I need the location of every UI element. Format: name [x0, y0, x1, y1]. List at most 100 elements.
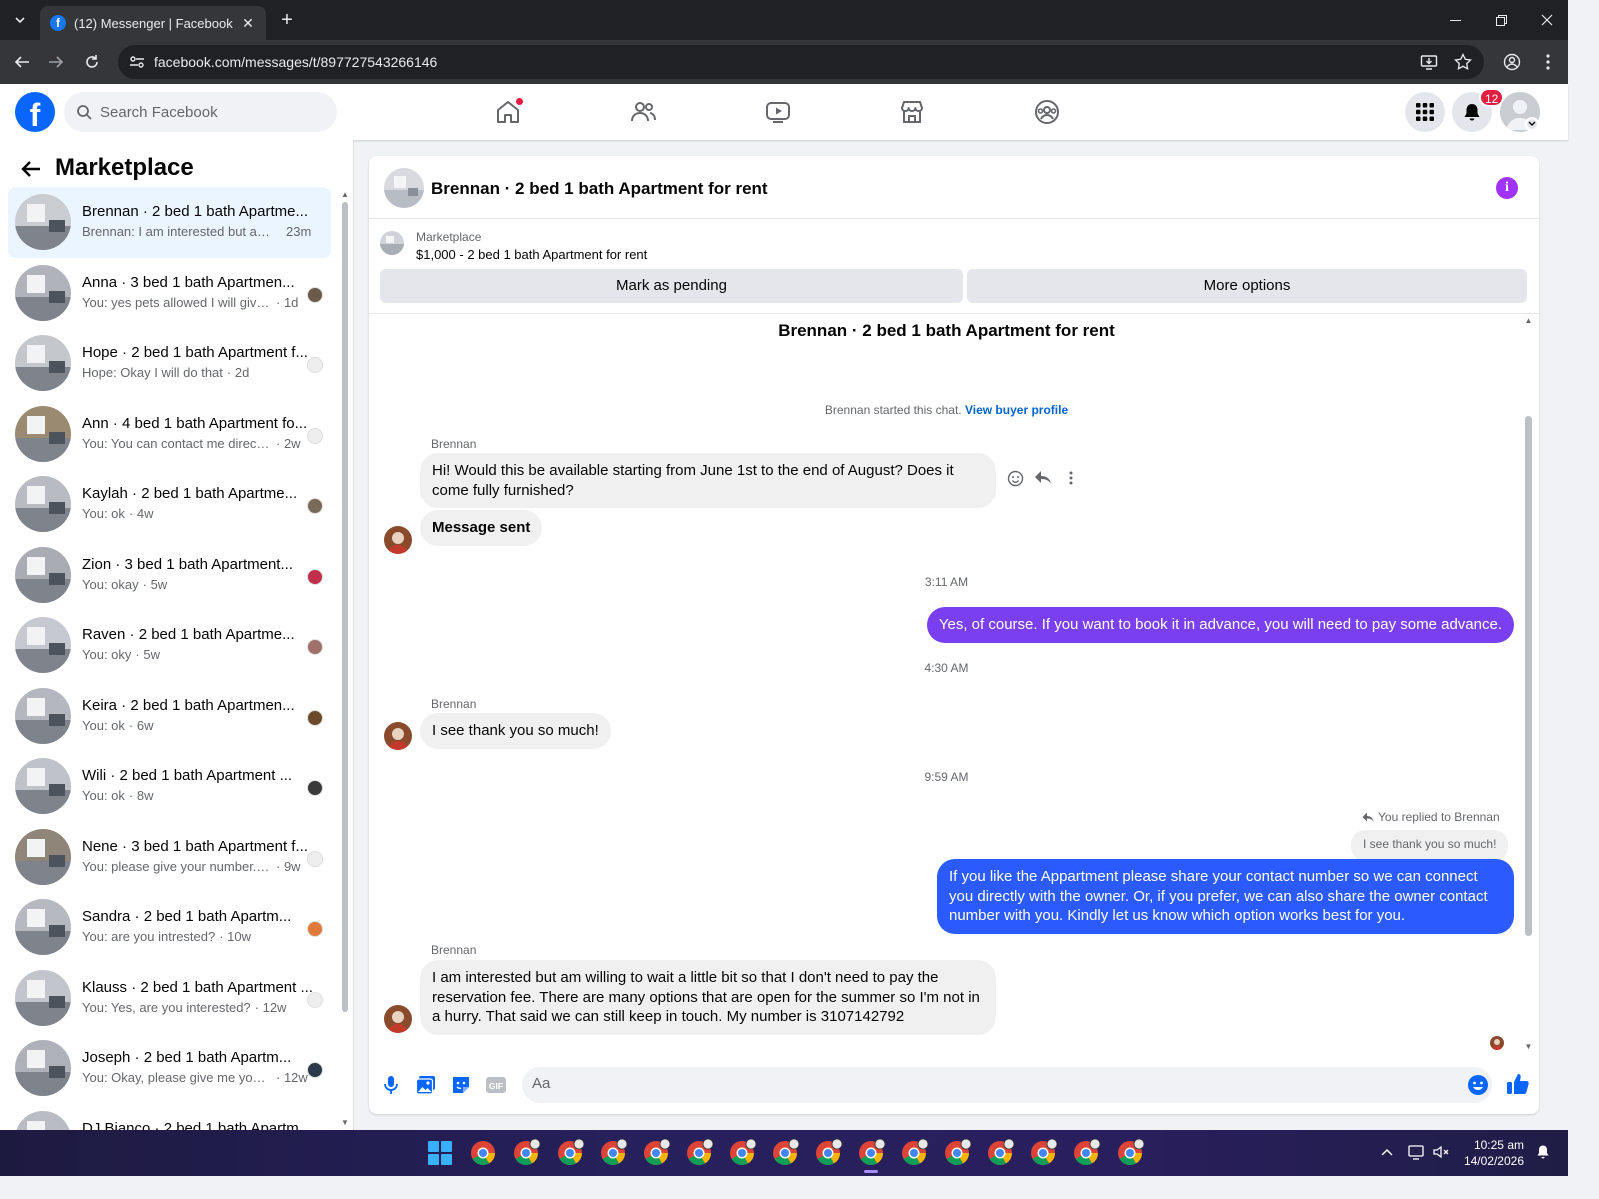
message-input[interactable] [532, 1075, 1432, 1092]
conversation-item[interactable]: Sandra · 2 bed 1 bath Apartm... You: are … [8, 892, 331, 963]
marketplace-icon[interactable] [898, 98, 926, 126]
gif-icon[interactable]: GIF [485, 1074, 507, 1096]
chrome-profile-icon[interactable] [598, 1138, 628, 1168]
chrome-icon[interactable] [468, 1138, 498, 1168]
taskbar-clock[interactable]: 10:25 am 14/02/2026 [1462, 1137, 1524, 1169]
video-icon[interactable] [764, 98, 792, 126]
chrome-profile-icon[interactable] [985, 1138, 1015, 1168]
outgoing-message[interactable]: If you like the Appartment please share … [937, 859, 1514, 934]
browser-profile-icon[interactable] [1500, 50, 1524, 74]
chrome-profile-icon[interactable] [856, 1138, 886, 1168]
chat-title[interactable]: Brennan · 2 bed 1 bath Apartment for ren… [431, 179, 768, 199]
restore-icon[interactable] [1478, 0, 1524, 40]
chrome-profile-icon[interactable] [813, 1138, 843, 1168]
listing-description[interactable]: $1,000 - 2 bed 1 bath Apartment for rent [416, 247, 647, 262]
browser-menu-icon[interactable] [1536, 50, 1560, 74]
sticker-icon[interactable] [450, 1074, 472, 1096]
friends-icon[interactable] [629, 98, 657, 126]
sidebar-scrollbar[interactable]: ▲ ▼ [341, 190, 349, 1127]
chrome-profile-icon[interactable] [641, 1138, 671, 1168]
site-info-icon[interactable] [128, 53, 146, 71]
scrollbar-thumb[interactable] [342, 202, 348, 1012]
conversation-item[interactable]: Anna · 3 bed 1 bath Apartmen... You: yes … [8, 258, 331, 329]
address-bar[interactable]: facebook.com/messages/t/897727543266146 [118, 45, 1484, 79]
chrome-profile-icon[interactable] [899, 1138, 929, 1168]
sender-avatar[interactable] [384, 722, 412, 750]
forward-arrow-icon[interactable] [44, 50, 68, 74]
reload-icon[interactable] [80, 50, 104, 74]
tray-chevron-up-icon[interactable] [1378, 1143, 1396, 1161]
listing-thumbnail [15, 1040, 71, 1096]
conversation-item[interactable]: Klauss · 2 bed 1 bath Apartment ... You: … [8, 963, 331, 1034]
scroll-down-arrow-icon[interactable]: ▼ [341, 1118, 349, 1127]
chrome-profile-icon[interactable] [555, 1138, 585, 1168]
bookmark-star-icon[interactable] [1454, 53, 1472, 71]
quoted-message[interactable]: I see thank you so much! [1351, 830, 1509, 861]
conversation-item[interactable]: Joseph · 2 bed 1 bath Apartm... You: Okay… [8, 1033, 331, 1104]
chrome-profile-icon[interactable] [1071, 1138, 1101, 1168]
reply-icon[interactable] [1034, 469, 1052, 487]
photo-icon[interactable] [415, 1074, 437, 1096]
mark-as-pending-button[interactable]: Mark as pending [380, 269, 963, 303]
tab-search-chevron-icon[interactable] [8, 8, 32, 32]
conversation-name: Kaylah · 2 bed 1 bath Apartme... [82, 485, 298, 502]
chrome-profile-icon[interactable] [511, 1138, 541, 1168]
chrome-profile-icon[interactable] [1028, 1138, 1058, 1168]
notification-center-icon[interactable] [1534, 1143, 1552, 1161]
facebook-logo-icon[interactable]: f [15, 92, 55, 132]
view-buyer-profile-link[interactable]: View buyer profile [965, 403, 1068, 417]
scroll-down-arrow-icon[interactable]: ▼ [1524, 1042, 1533, 1051]
outgoing-message[interactable]: Yes, of course. If you want to book it i… [926, 607, 1514, 643]
chrome-profile-icon[interactable] [727, 1138, 757, 1168]
chrome-profile-icon[interactable] [684, 1138, 714, 1168]
conversation-item[interactable]: Brennan · 2 bed 1 bath Apartme... Brennan… [8, 187, 331, 258]
incoming-message[interactable]: I am interested but am willing to wait a… [420, 960, 996, 1035]
facebook-search[interactable] [64, 92, 337, 132]
groups-icon[interactable] [1033, 98, 1061, 126]
conversation-item[interactable]: Raven · 2 bed 1 bath Apartme... You: oky ·… [8, 610, 331, 681]
chrome-profile-icon[interactable] [942, 1138, 972, 1168]
more-vertical-icon[interactable] [1062, 469, 1080, 487]
sender-avatar[interactable] [384, 1005, 412, 1033]
chrome-profile-icon[interactable] [770, 1138, 800, 1168]
conversation-item[interactable]: Hope · 2 bed 1 bath Apartment f... Hope: … [8, 328, 331, 399]
message-input-box[interactable] [522, 1067, 1492, 1103]
scroll-up-arrow-icon[interactable]: ▲ [341, 190, 349, 199]
react-emoji-icon[interactable] [1006, 469, 1024, 487]
microphone-icon[interactable] [380, 1074, 402, 1096]
conversation-item[interactable]: DJ Bianco · 2 bed 1 bath Apartm... [8, 1104, 331, 1130]
tab-close-icon[interactable]: ✕ [240, 15, 256, 32]
conversation-item[interactable]: Ann · 4 bed 1 bath Apartment fo... You: Y… [8, 399, 331, 470]
install-app-icon[interactable] [1420, 53, 1438, 71]
emoji-icon[interactable] [1467, 1074, 1489, 1096]
new-tab-plus-icon[interactable]: + [276, 9, 298, 31]
more-options-button[interactable]: More options [967, 269, 1527, 303]
scroll-up-arrow-icon[interactable]: ▲ [1524, 316, 1533, 325]
scrollbar-thumb[interactable] [1525, 416, 1532, 936]
incoming-message[interactable]: Message sent [420, 510, 543, 546]
conversation-item[interactable]: Wili · 2 bed 1 bath Apartment ... You: ok… [8, 751, 331, 822]
chrome-profile-icon[interactable] [1115, 1138, 1145, 1168]
conversation-item[interactable]: Keira · 2 bed 1 bath Apartmen... You: ok ·… [8, 681, 331, 752]
search-input[interactable] [100, 103, 320, 121]
network-icon[interactable] [1408, 1143, 1426, 1161]
conversation-item[interactable]: Kaylah · 2 bed 1 bath Apartme... You: ok ·… [8, 469, 331, 540]
incoming-message[interactable]: I see thank you so much! [420, 713, 611, 749]
incoming-message[interactable]: Hi! Would this be available starting fro… [420, 453, 996, 508]
info-icon[interactable]: i [1496, 177, 1518, 199]
listing-thumbnail[interactable] [384, 168, 424, 208]
minimize-icon[interactable] [1432, 0, 1478, 40]
conversation-item[interactable]: Zion · 3 bed 1 bath Apartment... You: oka… [8, 540, 331, 611]
window-close-icon[interactable] [1524, 0, 1570, 40]
thumbs-up-icon[interactable] [1506, 1072, 1529, 1094]
sender-avatar[interactable] [384, 526, 412, 554]
chat-scrollbar[interactable]: ▲ ▼ [1524, 316, 1533, 1052]
account-chevron-down-icon[interactable] [1525, 117, 1539, 131]
volume-muted-icon[interactable] [1432, 1143, 1450, 1161]
back-arrow-icon[interactable] [10, 50, 34, 74]
menu-grid-icon[interactable] [1405, 92, 1445, 132]
conversation-item[interactable]: Nene · 3 bed 1 bath Apartment f... You: p… [8, 822, 331, 893]
windows-start-icon[interactable] [428, 1141, 452, 1165]
back-arrow-icon[interactable] [20, 158, 42, 180]
browser-tab-messenger[interactable]: f (12) Messenger | Facebook ✕ [40, 6, 266, 40]
